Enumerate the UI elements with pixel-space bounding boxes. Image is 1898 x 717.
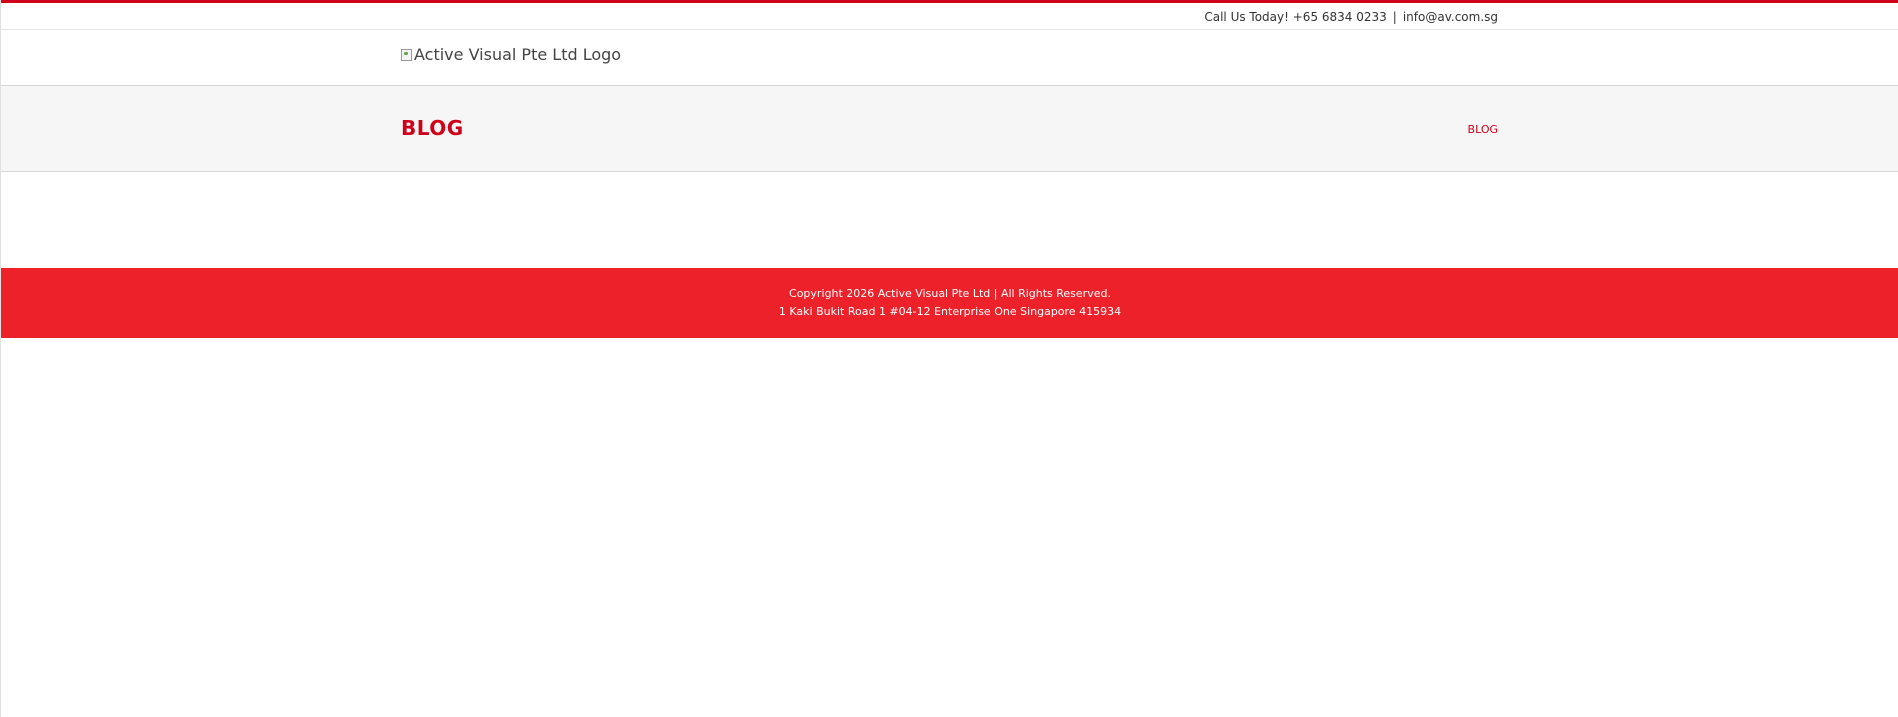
broken-image-icon	[401, 48, 412, 61]
footer-address: 1 Kaki Bukit Road 1 #04-12 Enterprise On…	[778, 305, 1122, 318]
main-content	[1, 172, 1898, 268]
site-header: Active Visual Pte Ltd Logo	[1, 30, 1898, 86]
contact-separator: |	[1392, 10, 1397, 24]
page: Call Us Today! +65 6834 0233 | info@av.com…	[0, 0, 1898, 717]
site-footer: Copyright 2026 Active Visual Pte Ltd | A…	[1, 268, 1898, 338]
contact-info: Call Us Today! +65 6834 0233 | info@av.com…	[1204, 10, 1498, 24]
page-title: BLOG	[401, 116, 464, 140]
footer-copyright: Copyright 2026 Active Visual Pte Ltd | A…	[789, 287, 1111, 300]
breadcrumb-blog[interactable]: BLOG	[1468, 123, 1498, 136]
page-title-bar: BLOG BLOG	[1, 86, 1898, 172]
logo-alt-text: Active Visual Pte Ltd Logo	[414, 45, 622, 64]
phone-text: Call Us Today! +65 6834 0233	[1204, 10, 1387, 24]
site-logo[interactable]: Active Visual Pte Ltd Logo	[401, 45, 621, 64]
top-contact-bar: Call Us Today! +65 6834 0233 | info@av.com…	[1, 0, 1898, 30]
email-link[interactable]: info@av.com.sg	[1403, 10, 1498, 24]
